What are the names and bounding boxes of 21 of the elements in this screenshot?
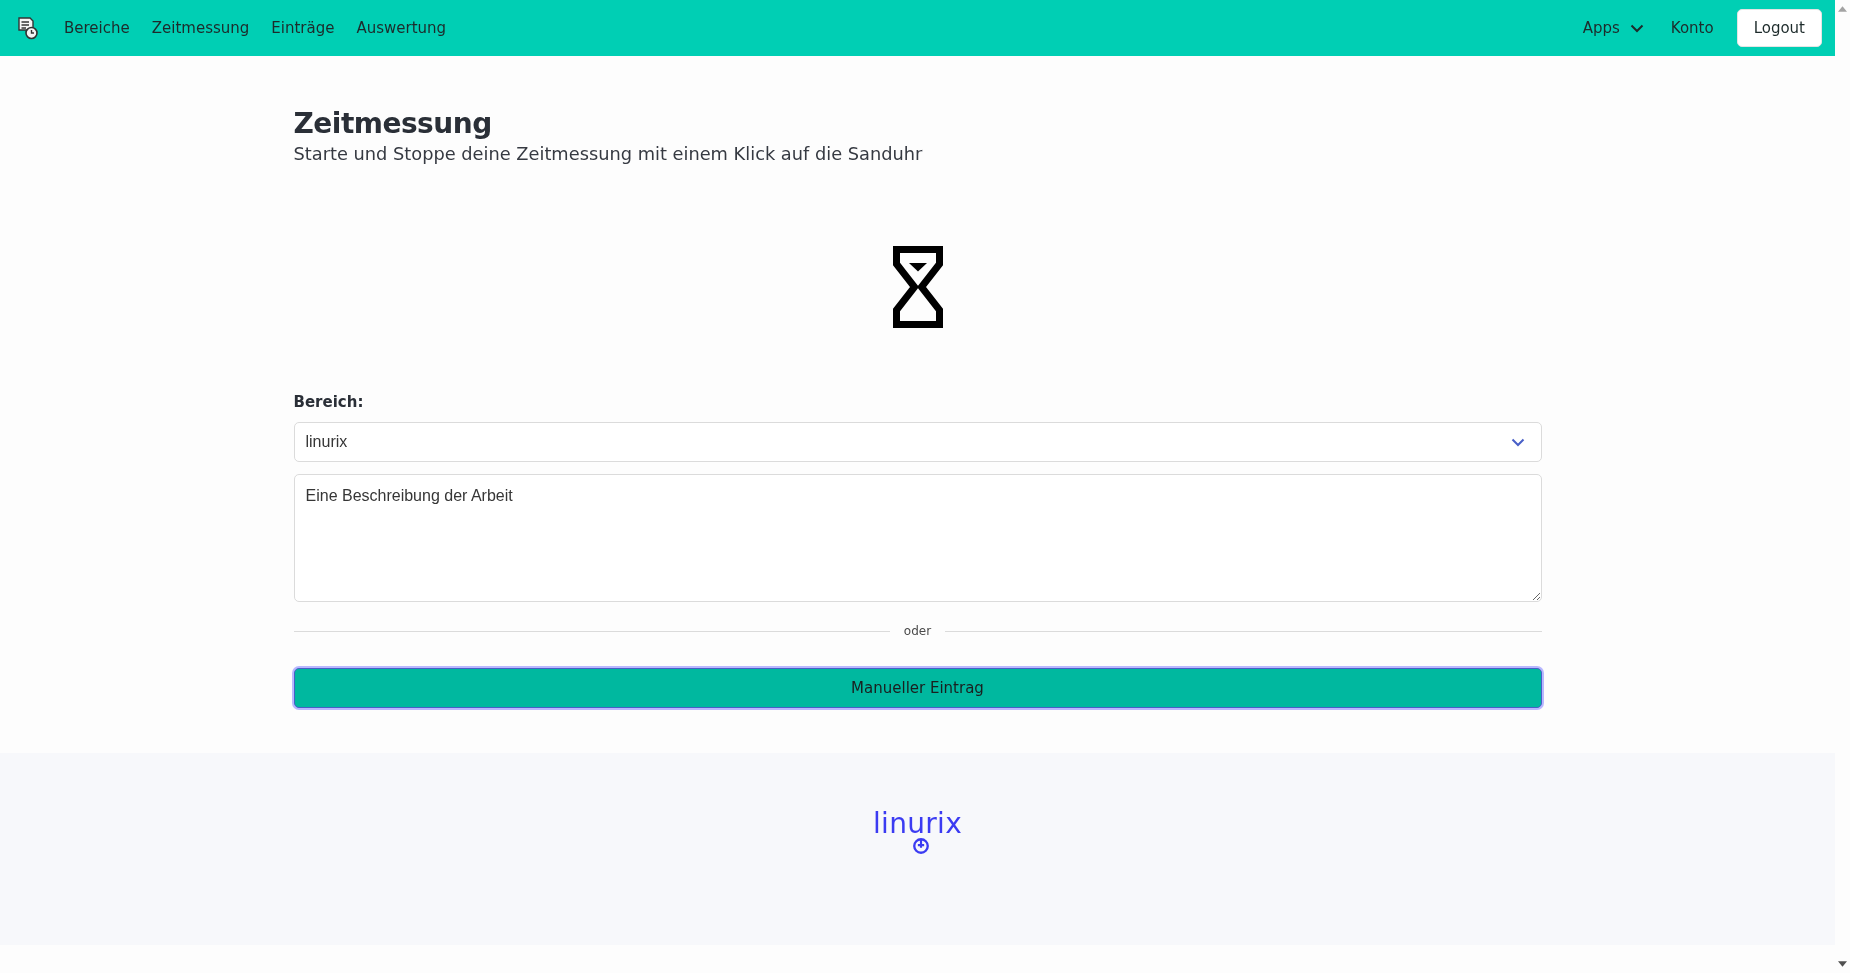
nav-link[interactable]: Einträge <box>260 19 346 37</box>
nav-link[interactable]: Auswertung <box>345 19 458 37</box>
logo-wordmark: linurix <box>873 811 962 837</box>
chevron-down-icon <box>1629 23 1644 33</box>
field-label: Bereich: <box>293 392 365 413</box>
scroll-down-icon[interactable] <box>1838 961 1847 967</box>
document-clock-icon[interactable] <box>15 16 39 40</box>
page-title: Zeitmessung <box>293 106 493 142</box>
apps-menu[interactable]: Apps <box>1571 19 1660 37</box>
logout-button[interactable]: Logout <box>1736 9 1822 47</box>
hourglass-icon[interactable] <box>892 246 943 328</box>
circle-mark-icon <box>912 837 930 855</box>
divider-label: oder <box>903 624 932 638</box>
page-subtitle: Starte und Stoppe deine Zeitmessung mit einem Klick auf die Sanduhr <box>293 142 924 166</box>
nav-link[interactable]: Zeitmessung <box>140 19 261 37</box>
description-field[interactable]: Eine Beschreibung der Arbeit <box>293 474 1542 602</box>
area-select[interactable]: linurix <box>293 422 1542 462</box>
manual-entry-button[interactable]: Manueller Eintrag <box>293 668 1542 708</box>
account-link[interactable]: Konto <box>1659 19 1725 37</box>
chevron-down-icon <box>1510 437 1525 447</box>
nav-link[interactable]: Bereiche <box>53 19 141 37</box>
